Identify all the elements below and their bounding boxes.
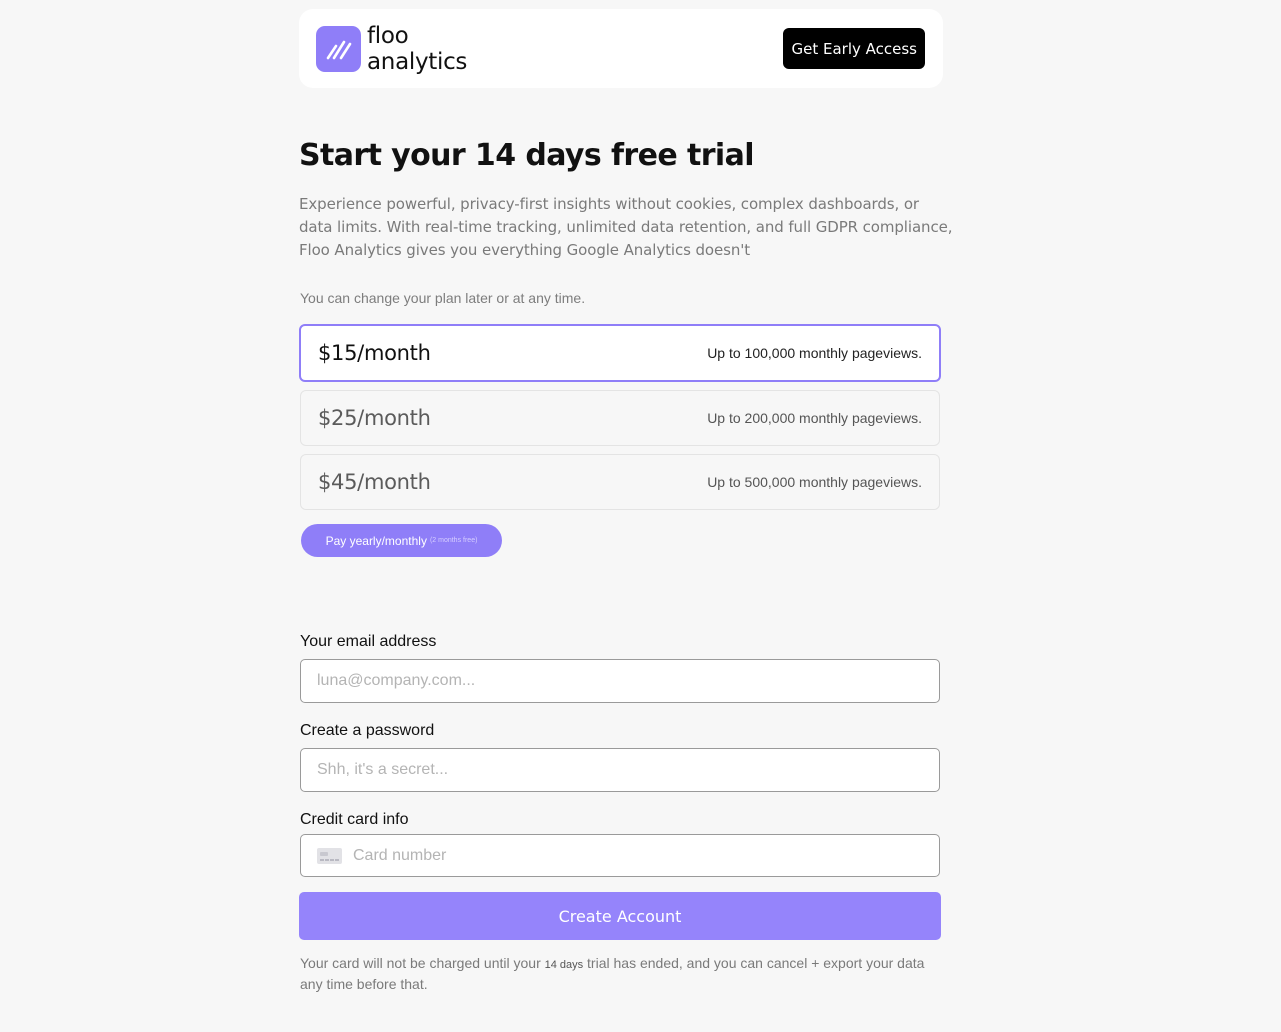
brand-name: floo analytics [367, 23, 467, 75]
create-account-button[interactable]: Create Account [299, 892, 941, 940]
plan-option-15[interactable]: $15/month Up to 100,000 monthly pageview… [299, 324, 941, 382]
plan-description: Up to 100,000 monthly pageviews. [707, 345, 922, 361]
plan-change-note: You can change your plan later or at any… [300, 290, 586, 306]
disclaimer-part-1: Your card will not be charged until your [300, 955, 541, 971]
intro-text: Experience powerful, privacy-first insig… [299, 195, 953, 259]
plan-price: $45/month [318, 470, 431, 494]
billing-toggle-label: Pay yearly/monthly [325, 533, 427, 548]
disclaimer-trial-length: 14 days [544, 959, 584, 971]
billing-disclaimer: Your card will not be charged until your… [300, 954, 945, 994]
billing-toggle-note: (2 months free) [429, 537, 478, 544]
plan-option-25[interactable]: $25/month Up to 200,000 monthly pageview… [300, 390, 940, 446]
top-header: floo analytics Get Early Access [299, 9, 943, 88]
brand-logo[interactable]: floo analytics [316, 23, 467, 75]
card-number-field-wrapper[interactable] [300, 834, 940, 877]
get-early-access-button[interactable]: Get Early Access [783, 28, 925, 69]
plan-price: $15/month [318, 341, 431, 365]
credit-card-label: Credit card info [300, 811, 409, 828]
plan-option-45[interactable]: $45/month Up to 500,000 monthly pageview… [300, 454, 940, 510]
brand-line-2: analytics [367, 49, 468, 75]
logo-slashes-icon [316, 26, 361, 72]
plan-price: $25/month [318, 406, 431, 430]
password-label: Create a password [300, 722, 435, 739]
plan-description: Up to 200,000 monthly pageviews. [707, 410, 922, 426]
password-field[interactable] [300, 748, 940, 792]
plan-description: Up to 500,000 monthly pageviews. [707, 474, 922, 490]
billing-period-toggle[interactable]: Pay yearly/monthly (2 months free) [301, 524, 502, 557]
email-field[interactable] [300, 659, 940, 703]
signup-page: floo analytics Get Early Access Start yo… [0, 0, 1281, 1032]
credit-card-icon [317, 847, 342, 864]
card-number-field[interactable] [351, 845, 915, 866]
email-label: Your email address [300, 633, 437, 650]
page-title: Start your 14 days free trial [299, 138, 755, 173]
brand-line-1: floo [367, 23, 409, 49]
